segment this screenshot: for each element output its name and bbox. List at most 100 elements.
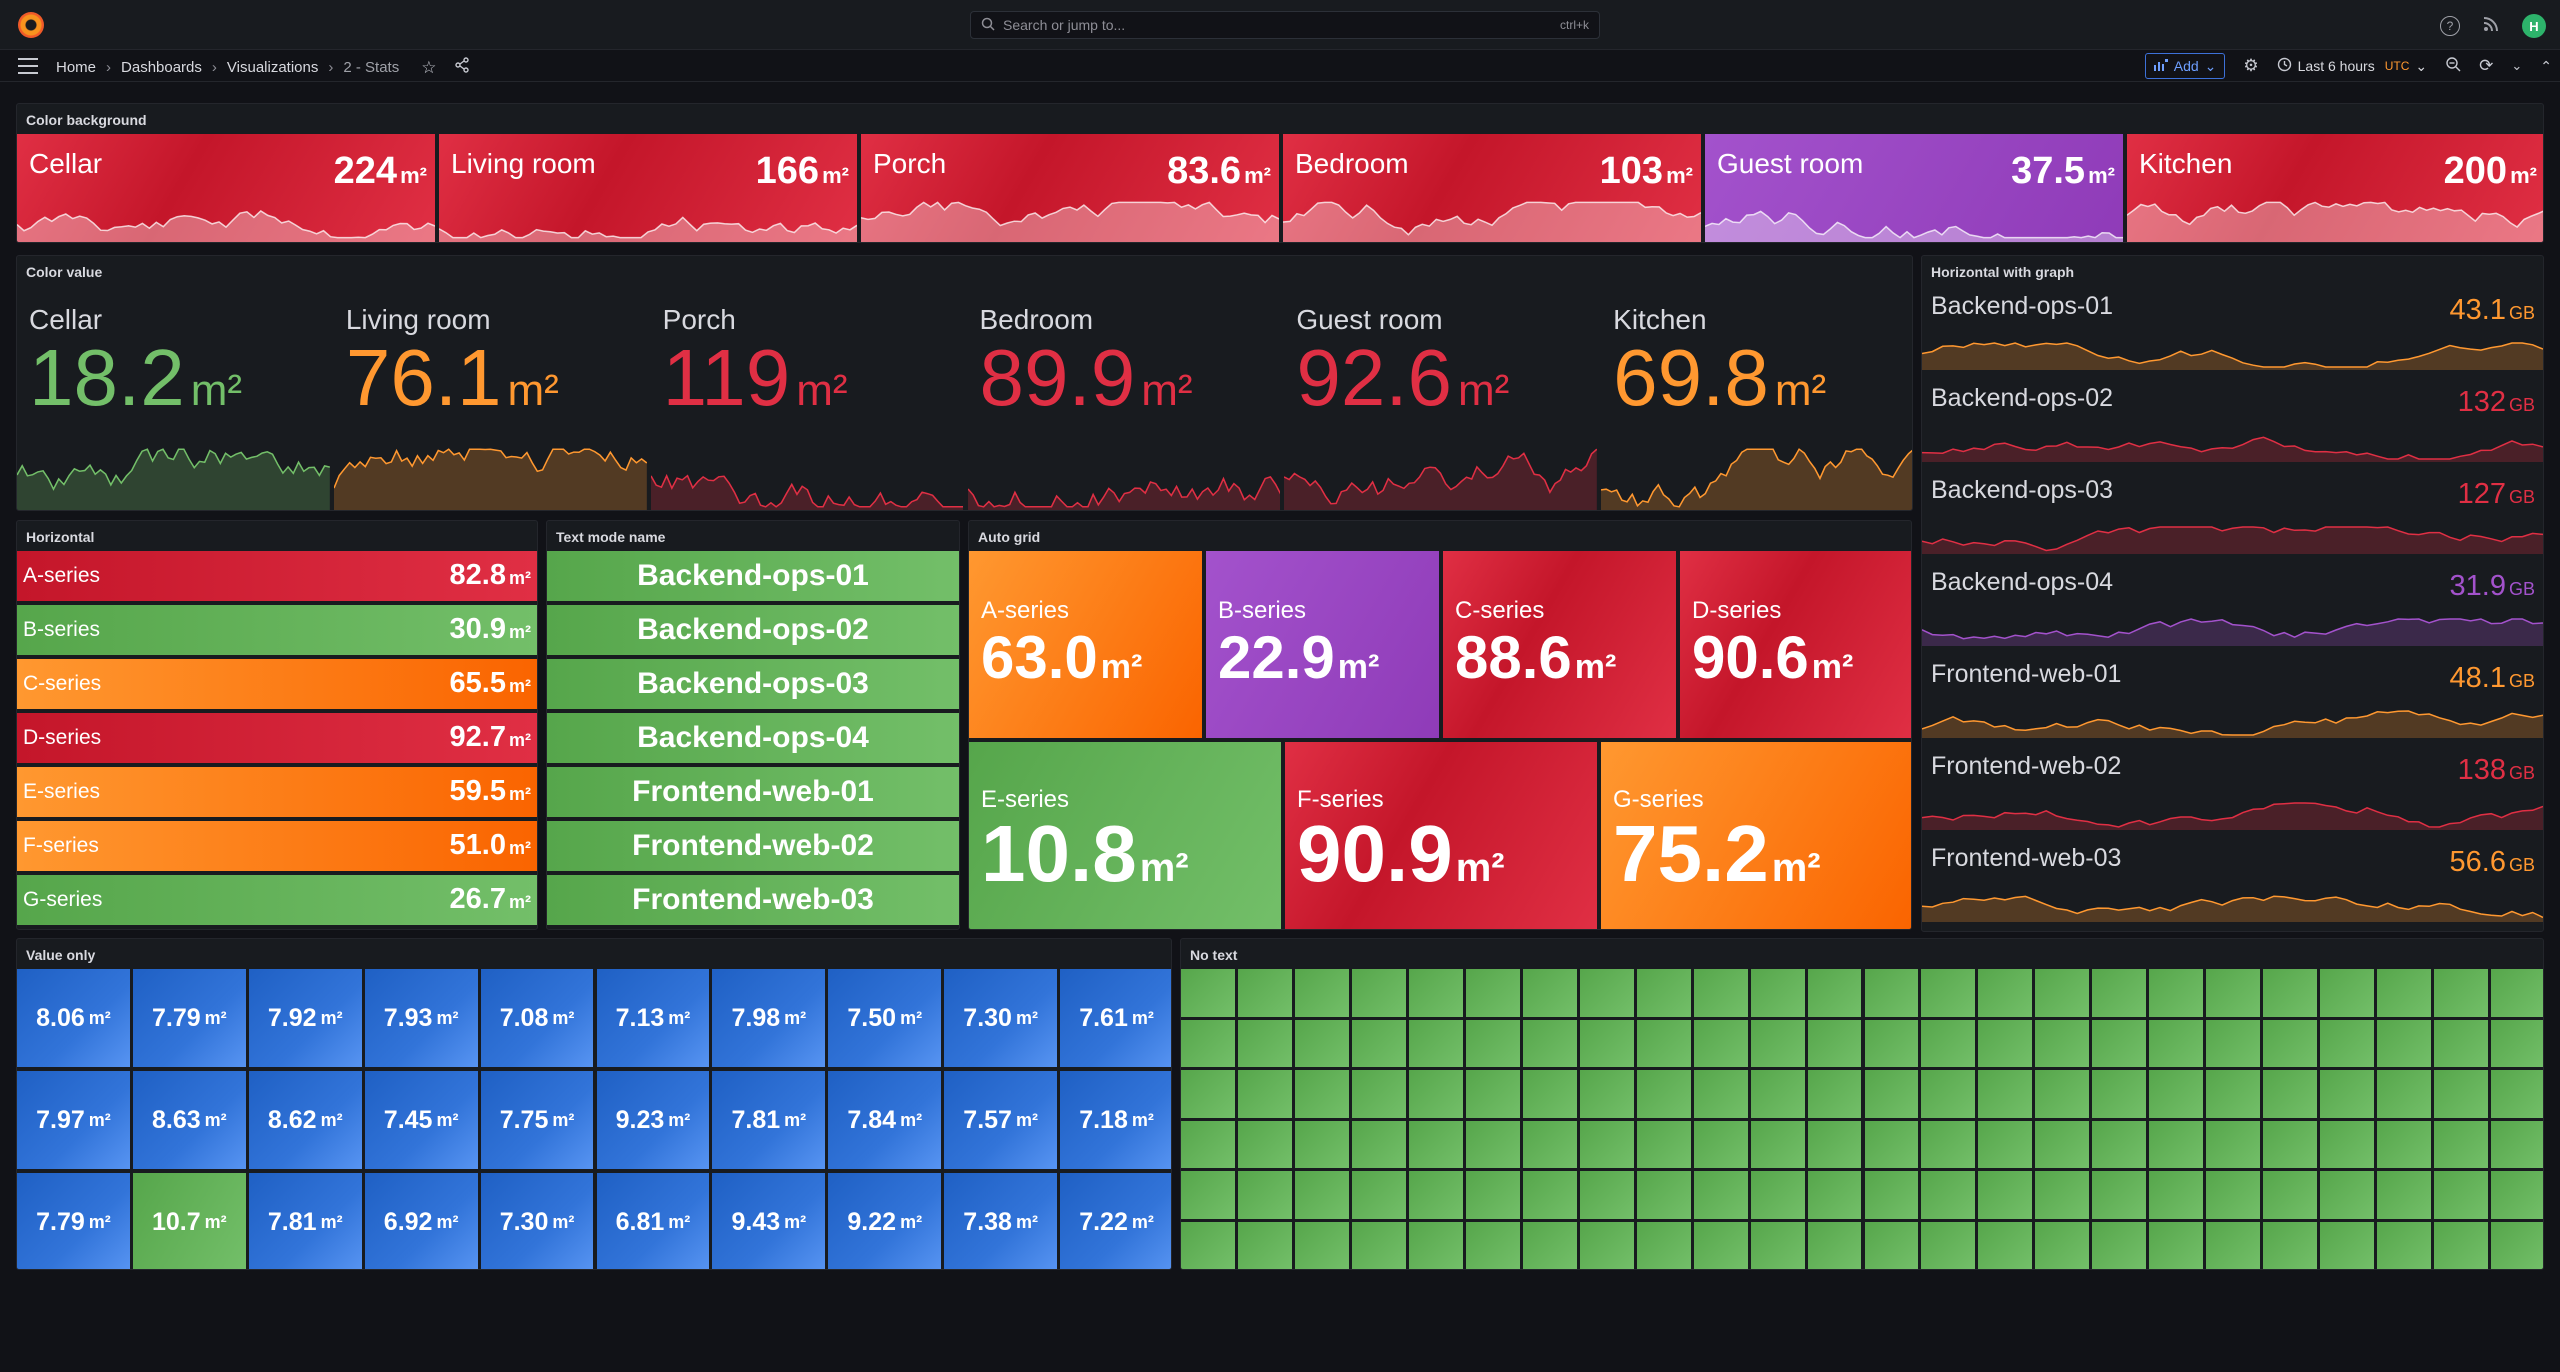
no-text-cell[interactable] <box>1408 1221 1463 1269</box>
value-cell[interactable]: 7.92 m² <box>248 969 362 1067</box>
no-text-cell[interactable] <box>1181 1221 1235 1269</box>
stat-cell-c-series[interactable]: C-series 88.6m² <box>1443 551 1676 738</box>
breadcrumb-home[interactable]: Home <box>56 59 96 76</box>
no-text-cell[interactable] <box>1750 1120 1805 1168</box>
no-text-cell[interactable] <box>2377 1019 2432 1067</box>
stat-row-frontend-web-01[interactable]: Frontend-web-01 48.1 GB <box>1922 652 2543 744</box>
star-icon[interactable]: ☆ <box>421 58 436 78</box>
no-text-cell[interactable] <box>1579 1221 1634 1269</box>
stat-cell-kitchen[interactable]: Kitchen 69.8 m² <box>1601 286 1912 510</box>
no-text-cell[interactable] <box>1750 1221 1805 1269</box>
time-range-picker[interactable]: Last 6 hours UTC ⌄ <box>2277 57 2427 75</box>
no-text-cell[interactable] <box>1294 1221 1349 1269</box>
no-text-cell[interactable] <box>1579 969 1634 1017</box>
no-text-cell[interactable] <box>1921 1171 1976 1219</box>
stat-row-e-series[interactable]: E-series 59.5 m² <box>17 767 537 817</box>
no-text-cell[interactable] <box>1237 1019 1292 1067</box>
no-text-cell[interactable] <box>1294 969 1349 1017</box>
no-text-cell[interactable] <box>1408 1070 1463 1118</box>
stat-row-f-series[interactable]: F-series 51.0 m² <box>17 821 537 871</box>
no-text-cell[interactable] <box>1351 1070 1406 1118</box>
no-text-cell[interactable] <box>1864 1171 1919 1219</box>
no-text-cell[interactable] <box>2092 1171 2147 1219</box>
no-text-cell[interactable] <box>1978 1221 2033 1269</box>
no-text-cell[interactable] <box>1522 1171 1577 1219</box>
no-text-cell[interactable] <box>1465 1070 1520 1118</box>
no-text-cell[interactable] <box>2035 1120 2090 1168</box>
no-text-cell[interactable] <box>1750 1019 1805 1067</box>
panel-no-text[interactable]: No text <box>1180 938 2544 1270</box>
no-text-cell[interactable] <box>1636 1019 1691 1067</box>
no-text-cell[interactable] <box>2149 1221 2204 1269</box>
no-text-cell[interactable] <box>2320 1120 2375 1168</box>
value-cell[interactable]: 7.81 m² <box>712 1071 826 1169</box>
no-text-cell[interactable] <box>2092 1070 2147 1118</box>
stat-cell-guest-room[interactable]: Guest room 37.5 m² <box>1705 134 2123 242</box>
value-cell[interactable]: 7.50 m² <box>828 969 942 1067</box>
no-text-cell[interactable] <box>1693 1221 1748 1269</box>
panel-horizontal[interactable]: Horizontal A-series 82.8 m² B-series 30.9 m² C… <box>16 520 538 930</box>
stat-cell-porch[interactable]: Porch 83.6 m² <box>861 134 1279 242</box>
no-text-cell[interactable] <box>1864 1221 1919 1269</box>
no-text-cell[interactable] <box>2035 1221 2090 1269</box>
stat-row-g-series[interactable]: G-series 26.7 m² <box>17 875 537 925</box>
no-text-cell[interactable] <box>1978 1120 2033 1168</box>
stat-row-frontend-web-03[interactable]: Frontend-web-03 <box>547 875 959 925</box>
no-text-cell[interactable] <box>2263 1019 2318 1067</box>
no-text-cell[interactable] <box>1978 1019 2033 1067</box>
no-text-cell[interactable] <box>1465 969 1520 1017</box>
value-cell[interactable]: 7.61 m² <box>1060 969 1171 1067</box>
no-text-cell[interactable] <box>1579 1171 1634 1219</box>
no-text-cell[interactable] <box>1636 1221 1691 1269</box>
no-text-cell[interactable] <box>2491 1171 2543 1219</box>
no-text-cell[interactable] <box>2377 1120 2432 1168</box>
value-cell[interactable]: 7.79 m² <box>132 969 246 1067</box>
no-text-cell[interactable] <box>2149 969 2204 1017</box>
stat-cell-f-series[interactable]: F-series 90.9m² <box>1285 742 1597 929</box>
stat-row-a-series[interactable]: A-series 82.8 m² <box>17 551 537 601</box>
no-text-cell[interactable] <box>2377 1070 2432 1118</box>
value-cell[interactable]: 7.30 m² <box>480 1173 594 1269</box>
no-text-cell[interactable] <box>2434 1070 2489 1118</box>
no-text-cell[interactable] <box>1579 1120 1634 1168</box>
no-text-cell[interactable] <box>2263 1070 2318 1118</box>
value-cell[interactable]: 8.06 m² <box>17 969 130 1067</box>
value-cell[interactable]: 7.18 m² <box>1060 1071 1171 1169</box>
value-cell[interactable]: 7.84 m² <box>828 1071 942 1169</box>
stat-cell-kitchen[interactable]: Kitchen 200 m² <box>2127 134 2543 242</box>
no-text-cell[interactable] <box>2320 1221 2375 1269</box>
no-text-cell[interactable] <box>1237 1171 1292 1219</box>
stat-cell-cellar[interactable]: Cellar 18.2 m² <box>17 286 330 510</box>
panel-horizontal-with-graph[interactable]: Horizontal with graph Backend-ops-01 43.1… <box>1921 255 2544 932</box>
stat-row-backend-ops-03[interactable]: Backend-ops-03 127 GB <box>1922 468 2543 560</box>
no-text-cell[interactable] <box>1465 1120 1520 1168</box>
no-text-cell[interactable] <box>1978 1171 2033 1219</box>
stat-cell-bedroom[interactable]: Bedroom 89.9 m² <box>967 286 1281 510</box>
no-text-cell[interactable] <box>1579 1019 1634 1067</box>
no-text-cell[interactable] <box>1237 1120 1292 1168</box>
stat-row-d-series[interactable]: D-series 92.7 m² <box>17 713 537 763</box>
no-text-cell[interactable] <box>1636 1171 1691 1219</box>
no-text-cell[interactable] <box>1750 1070 1805 1118</box>
no-text-cell[interactable] <box>1351 1019 1406 1067</box>
no-text-cell[interactable] <box>1237 1070 1292 1118</box>
value-cell[interactable]: 6.81 m² <box>596 1173 710 1269</box>
value-cell[interactable]: 7.79 m² <box>17 1173 130 1269</box>
no-text-cell[interactable] <box>2491 1120 2543 1168</box>
stat-row-frontend-web-02[interactable]: Frontend-web-02 <box>547 821 959 871</box>
stat-cell-porch[interactable]: Porch 119 m² <box>650 286 964 510</box>
panel-color-background[interactable]: Color background Cellar 224 m² Living room 1… <box>16 103 2544 243</box>
no-text-cell[interactable] <box>1522 1019 1577 1067</box>
no-text-cell[interactable] <box>1807 1120 1862 1168</box>
no-text-cell[interactable] <box>1750 1171 1805 1219</box>
stat-row-backend-ops-02[interactable]: Backend-ops-02 132 GB <box>1922 376 2543 468</box>
no-text-cell[interactable] <box>1522 1221 1577 1269</box>
panel-color-value[interactable]: Color value Cellar 18.2 m² Living room 76.1 m… <box>16 255 1913 511</box>
no-text-cell[interactable] <box>1693 1120 1748 1168</box>
user-avatar[interactable]: H <box>2522 14 2546 38</box>
stat-row-frontend-web-01[interactable]: Frontend-web-01 <box>547 767 959 817</box>
no-text-cell[interactable] <box>2320 969 2375 1017</box>
value-cell[interactable]: 7.38 m² <box>944 1173 1058 1269</box>
no-text-cell[interactable] <box>2206 1019 2261 1067</box>
no-text-cell[interactable] <box>2206 1070 2261 1118</box>
